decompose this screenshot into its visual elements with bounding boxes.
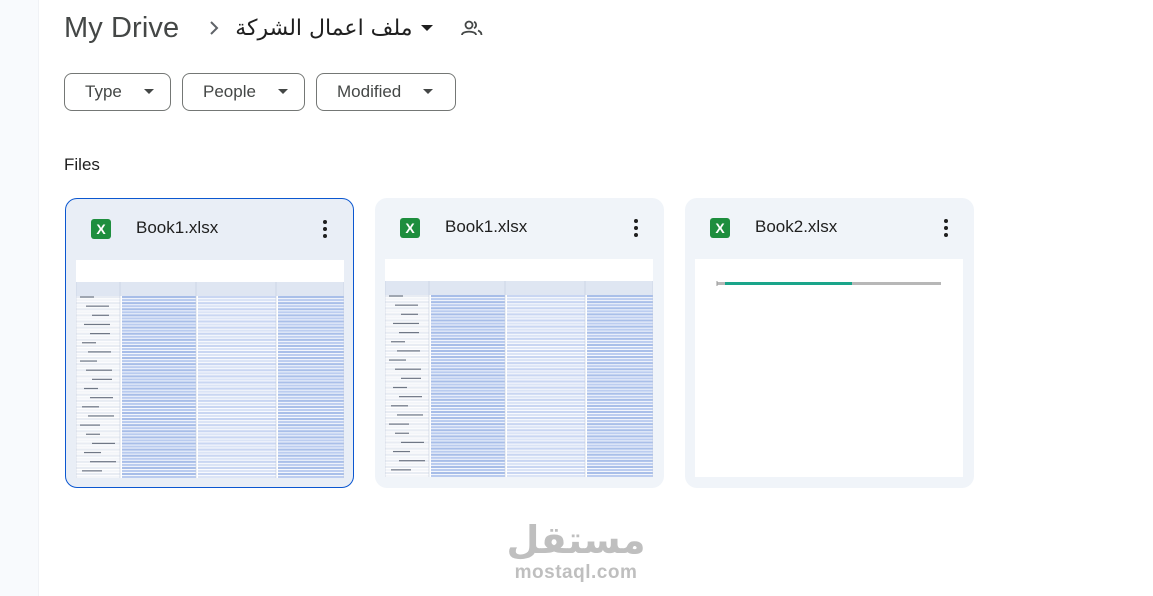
people-filter-label: People (203, 82, 256, 101)
file-thumbnail[interactable] (695, 259, 963, 477)
left-navigation-rail (0, 0, 39, 596)
excel-icon: X (710, 218, 730, 238)
watermark-arabic: مستقل (506, 518, 646, 562)
type-filter-chip[interactable]: Type (64, 73, 171, 111)
modified-filter-label: Modified (337, 82, 402, 101)
file-name[interactable]: Book1.xlsx (445, 217, 527, 237)
folder-menu-caret-icon[interactable] (420, 24, 433, 32)
file-card[interactable]: X Book1.xlsx (65, 198, 354, 488)
file-card-header: X Book1.xlsx (375, 216, 664, 240)
more-options-icon[interactable] (936, 216, 956, 240)
more-options-icon[interactable] (315, 217, 335, 241)
type-filter-label: Type (85, 82, 122, 101)
modified-filter-chip[interactable]: Modified (316, 73, 456, 111)
file-card[interactable]: X Book1.xlsx (375, 198, 664, 488)
shared-folder-icon[interactable] (460, 20, 483, 36)
file-name[interactable]: Book2.xlsx (755, 217, 837, 237)
more-options-icon[interactable] (626, 216, 646, 240)
breadcrumb: My Drive ملف اعمال الشركة (64, 6, 483, 50)
excel-icon: X (91, 219, 111, 239)
chevron-right-icon (209, 21, 219, 35)
mostaql-watermark: مستقل mostaql.com (506, 520, 646, 584)
file-card-header: X Book1.xlsx (66, 217, 353, 241)
chevron-down-icon (423, 89, 434, 95)
filter-chips: Type People Modified (64, 73, 456, 111)
breadcrumb-current-folder[interactable]: ملف اعمال الشركة (235, 16, 412, 41)
files-section-heading: Files (64, 155, 100, 174)
chevron-down-icon (143, 89, 154, 95)
people-filter-chip[interactable]: People (182, 73, 305, 111)
file-thumbnail[interactable] (385, 259, 653, 477)
file-card-header: X Book2.xlsx (685, 216, 974, 240)
file-card[interactable]: X Book2.xlsx (685, 198, 974, 488)
chevron-down-icon (277, 89, 288, 95)
excel-icon: X (400, 218, 420, 238)
file-name[interactable]: Book1.xlsx (136, 218, 218, 238)
file-thumbnail[interactable] (76, 260, 344, 478)
watermark-latin: mostaql.com (514, 562, 638, 583)
breadcrumb-my-drive[interactable]: My Drive (64, 12, 179, 45)
